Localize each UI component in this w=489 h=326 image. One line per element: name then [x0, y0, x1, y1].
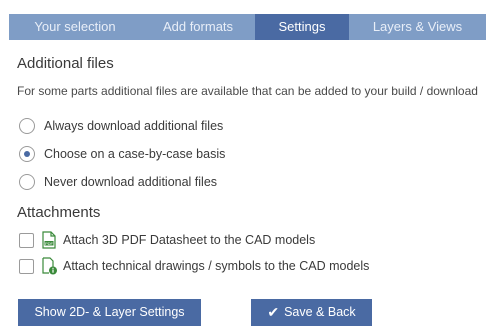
tab-settings[interactable]: Settings — [255, 14, 349, 40]
save-back-label: Save & Back — [284, 305, 356, 319]
attachments-heading: Attachments — [17, 204, 101, 221]
radio-button-selected[interactable] — [19, 146, 35, 162]
attach-drawings-option[interactable]: Attach technical drawings / symbols to t… — [19, 257, 369, 275]
attach-drawings-label: Attach technical drawings / symbols to t… — [63, 259, 370, 273]
tab-your-selection[interactable]: Your selection — [9, 14, 141, 40]
tab-layers-views[interactable]: Layers & Views — [349, 14, 486, 40]
tab-bar: Your selection Add formats Settings Laye… — [9, 14, 486, 40]
radio-always-download[interactable]: Always download additional files — [19, 118, 223, 134]
attach-3d-pdf-label: Attach 3D PDF Datasheet to the CAD model… — [63, 233, 316, 247]
radio-button[interactable] — [19, 118, 35, 134]
checkbox[interactable] — [19, 232, 34, 248]
additional-files-heading: Additional files — [17, 55, 114, 72]
radio-label: Never download additional files — [44, 175, 218, 189]
checkbox[interactable] — [19, 258, 34, 274]
radio-button[interactable] — [19, 174, 35, 190]
show-layer-settings-button[interactable]: Show 2D- & Layer Settings — [18, 299, 201, 326]
checkmark-icon: ✔ — [267, 304, 280, 320]
additional-files-description: For some parts additional files are avai… — [17, 84, 478, 98]
radio-label: Choose on a case-by-case basis — [44, 147, 226, 161]
drawing-info-file-icon — [42, 257, 57, 275]
radio-case-by-case[interactable]: Choose on a case-by-case basis — [19, 146, 225, 162]
save-back-button[interactable]: ✔ Save & Back — [251, 299, 372, 326]
show-layer-settings-label: Show 2D- & Layer Settings — [34, 305, 185, 319]
radio-never-download[interactable]: Never download additional files — [19, 174, 217, 190]
tab-add-formats[interactable]: Add formats — [141, 14, 255, 40]
attach-3d-pdf-option[interactable]: PDF Attach 3D PDF Datasheet to the CAD m… — [19, 231, 315, 249]
svg-text:PDF: PDF — [45, 241, 54, 246]
pdf-file-icon: PDF — [42, 231, 56, 249]
radio-label: Always download additional files — [44, 119, 224, 133]
